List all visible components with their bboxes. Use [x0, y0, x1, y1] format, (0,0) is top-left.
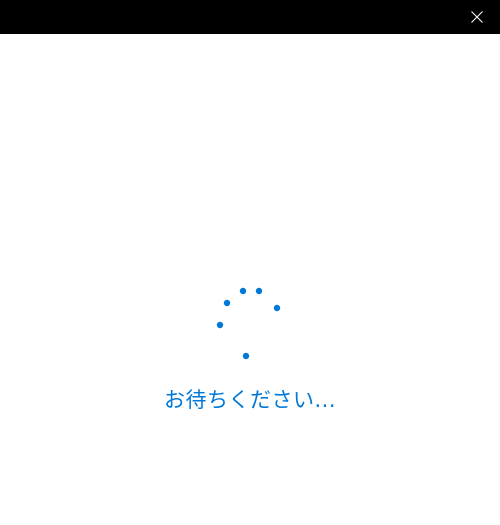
close-button[interactable] [454, 0, 500, 34]
title-bar [0, 0, 500, 34]
loading-panel: お待ちください... [0, 34, 500, 525]
spinner-dot [216, 321, 224, 329]
spinner-dot [273, 304, 281, 312]
spinner-dot [223, 299, 231, 307]
loading-message: お待ちください... [163, 388, 337, 412]
spinner-dot [242, 352, 250, 360]
spinner-dot [255, 287, 263, 295]
spinner-dot [239, 287, 247, 295]
dialog-window: お待ちください... [0, 0, 500, 525]
close-icon [471, 11, 483, 23]
loading-spinner-icon [216, 287, 281, 360]
